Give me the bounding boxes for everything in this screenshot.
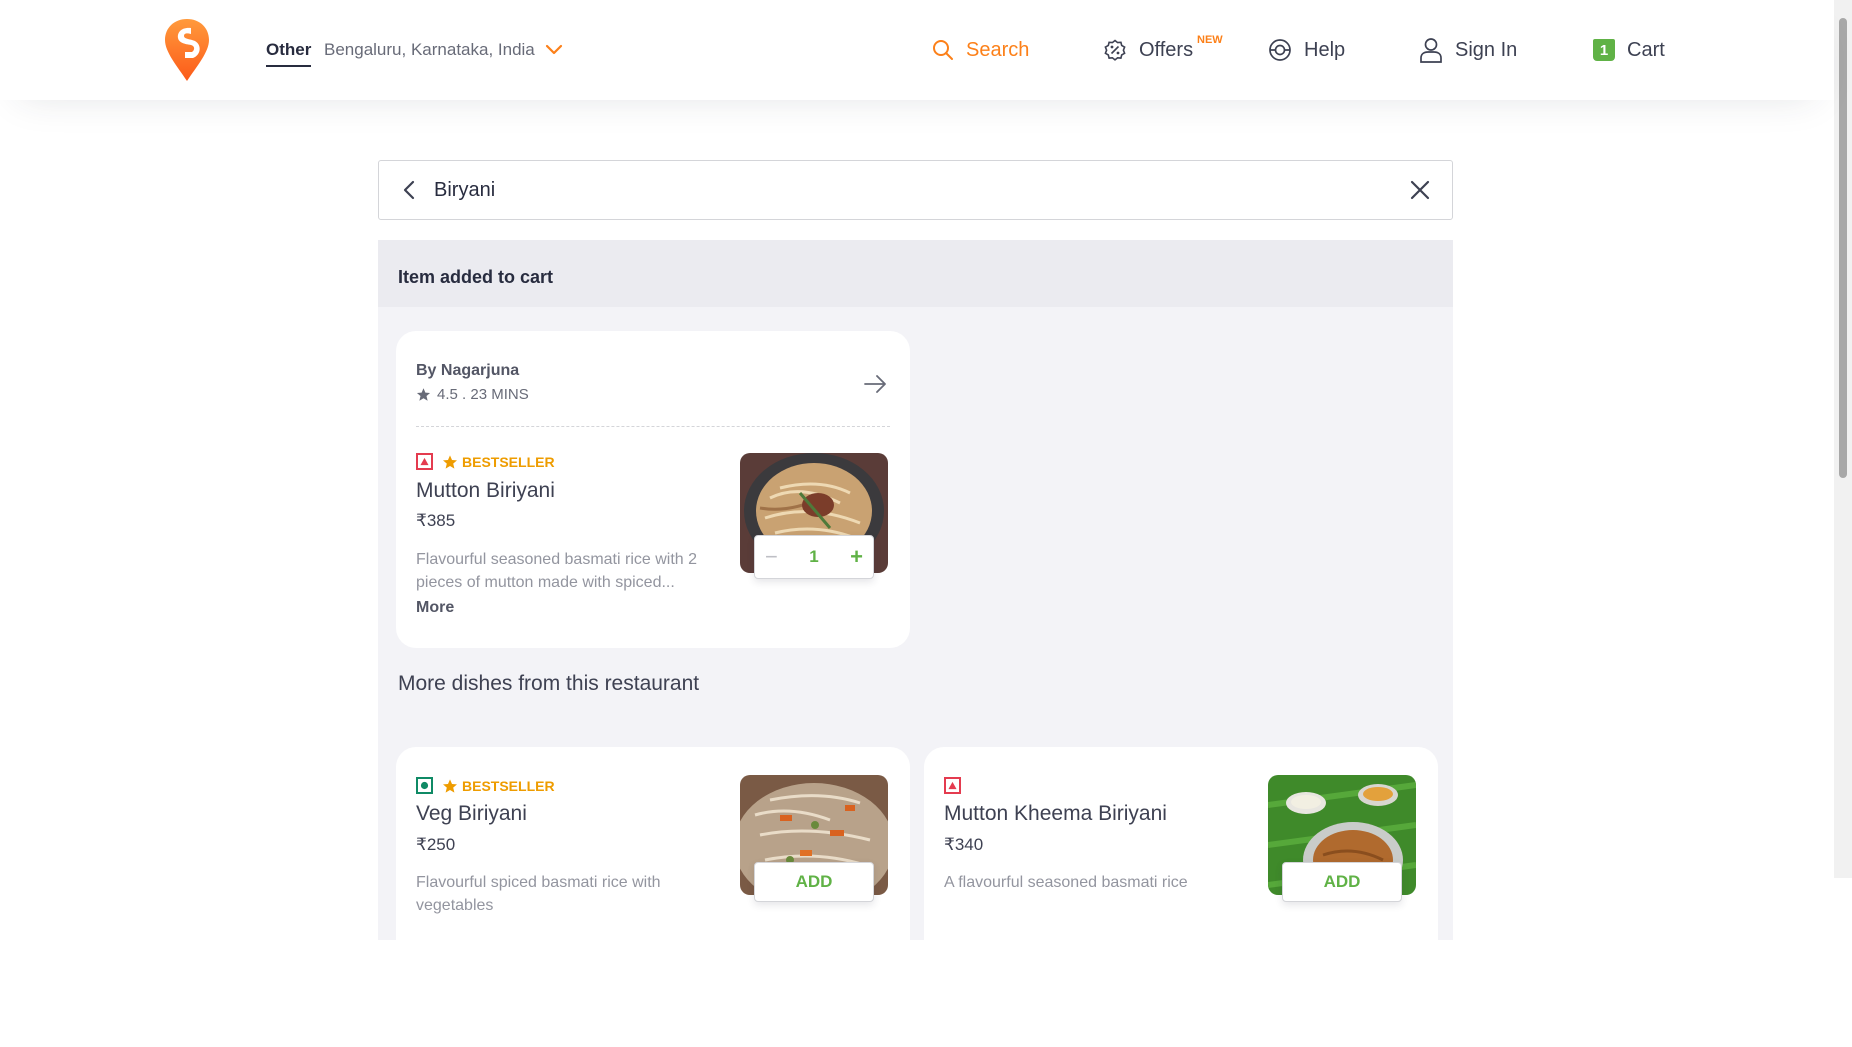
dish-name: Mutton Biriyani [416,479,555,502]
nav-sign-in-label: Sign In [1455,38,1518,61]
bestseller-label: BESTSELLER [462,777,555,794]
added-item-card: By Nagarjuna 4.5 . 23 MINS BESTSELLER Mu… [396,331,910,648]
restaurant-rating-time: 4.5 . 23 MINS [437,386,529,403]
new-badge: NEW [1197,34,1223,46]
quantity-value: 1 [809,547,819,566]
arrow-right-icon[interactable] [862,371,888,397]
location-address[interactable]: Bengaluru, Karnataka, India [324,40,535,60]
dish-price: ₹340 [944,835,984,854]
search-input[interactable] [434,175,1334,205]
dish-card: Mutton Kheema Biriyani ₹340 A flavourful… [924,747,1438,1047]
offers-icon [1104,39,1126,61]
dish-card: BESTSELLER Veg Biriyani ₹250 Flavourful … [396,747,910,1047]
non-veg-icon [944,777,961,794]
nav-cart-label: Cart [1627,38,1665,61]
nav-search[interactable]: Search [932,36,1029,64]
dish-description: Flavourful seasoned basmati rice with 2 … [416,548,716,594]
dish-tags: BESTSELLER [416,453,555,470]
dish-name: Veg Biriyani [416,802,527,825]
nav-search-label: Search [966,38,1030,61]
more-link[interactable]: More [416,599,454,617]
quantity-stepper: − 1 + [754,535,874,579]
star-icon [443,454,457,469]
more-dishes-heading: More dishes from this restaurant [398,672,700,695]
help-lifebuoy-icon [1269,39,1291,61]
cart-count-badge: 1 [1593,39,1615,61]
chevron-down-icon[interactable] [544,40,564,60]
non-veg-icon [416,453,433,470]
add-button[interactable]: ADD [1282,862,1402,902]
top-header: Other Bengaluru, Karnataka, India Search… [0,0,1834,100]
close-icon[interactable] [1408,178,1432,202]
page-scrollbar[interactable] [1834,0,1852,878]
user-icon [1420,38,1442,63]
item-added-message: Item added to cart [398,267,554,287]
dish-description-line: pieces of mutton made with spiced... [416,574,675,591]
restaurant-name[interactable]: By Nagarjuna [416,362,519,380]
swiggy-logo[interactable] [165,19,209,81]
increase-button[interactable]: + [850,544,863,570]
search-bar [378,160,1453,220]
nav-offers[interactable]: Offers [1103,36,1193,64]
add-button[interactable]: ADD [754,862,874,902]
decrease-button[interactable]: − [765,544,778,570]
nav-help[interactable]: Help [1268,36,1345,64]
back-arrow-icon[interactable] [399,179,421,201]
dish-tags: BESTSELLER [416,777,555,794]
divider [416,426,890,427]
dish-tags [944,777,970,794]
bestseller-tag: BESTSELLER [442,454,555,470]
nav-offers-label: Offers [1139,38,1194,61]
dish-price: ₹250 [416,835,456,854]
bestseller-label: BESTSELLER [462,453,555,470]
nav-sign-in[interactable]: Sign In [1419,36,1517,64]
dish-name: Mutton Kheema Biriyani [944,802,1167,825]
nav-cart[interactable]: 1 Cart [1593,36,1665,64]
location-type[interactable]: Other [266,40,312,67]
nav-help-label: Help [1304,38,1346,61]
bestseller-tag: BESTSELLER [442,778,555,794]
item-added-banner: Item added to cart [378,240,1453,307]
veg-icon [416,777,433,794]
search-icon [933,40,953,60]
scrollbar-thumb[interactable] [1839,18,1847,478]
star-icon [443,778,457,793]
star-icon [416,388,431,401]
dish-price: ₹385 [416,511,456,530]
restaurant-meta: 4.5 . 23 MINS [416,386,529,403]
dish-description-line: Flavourful seasoned basmati rice with 2 [416,551,698,568]
dish-description: A flavourful seasoned basmati rice [944,874,1188,891]
results-panel: Item added to cart By Nagarjuna 4.5 . 23… [378,240,1453,1047]
